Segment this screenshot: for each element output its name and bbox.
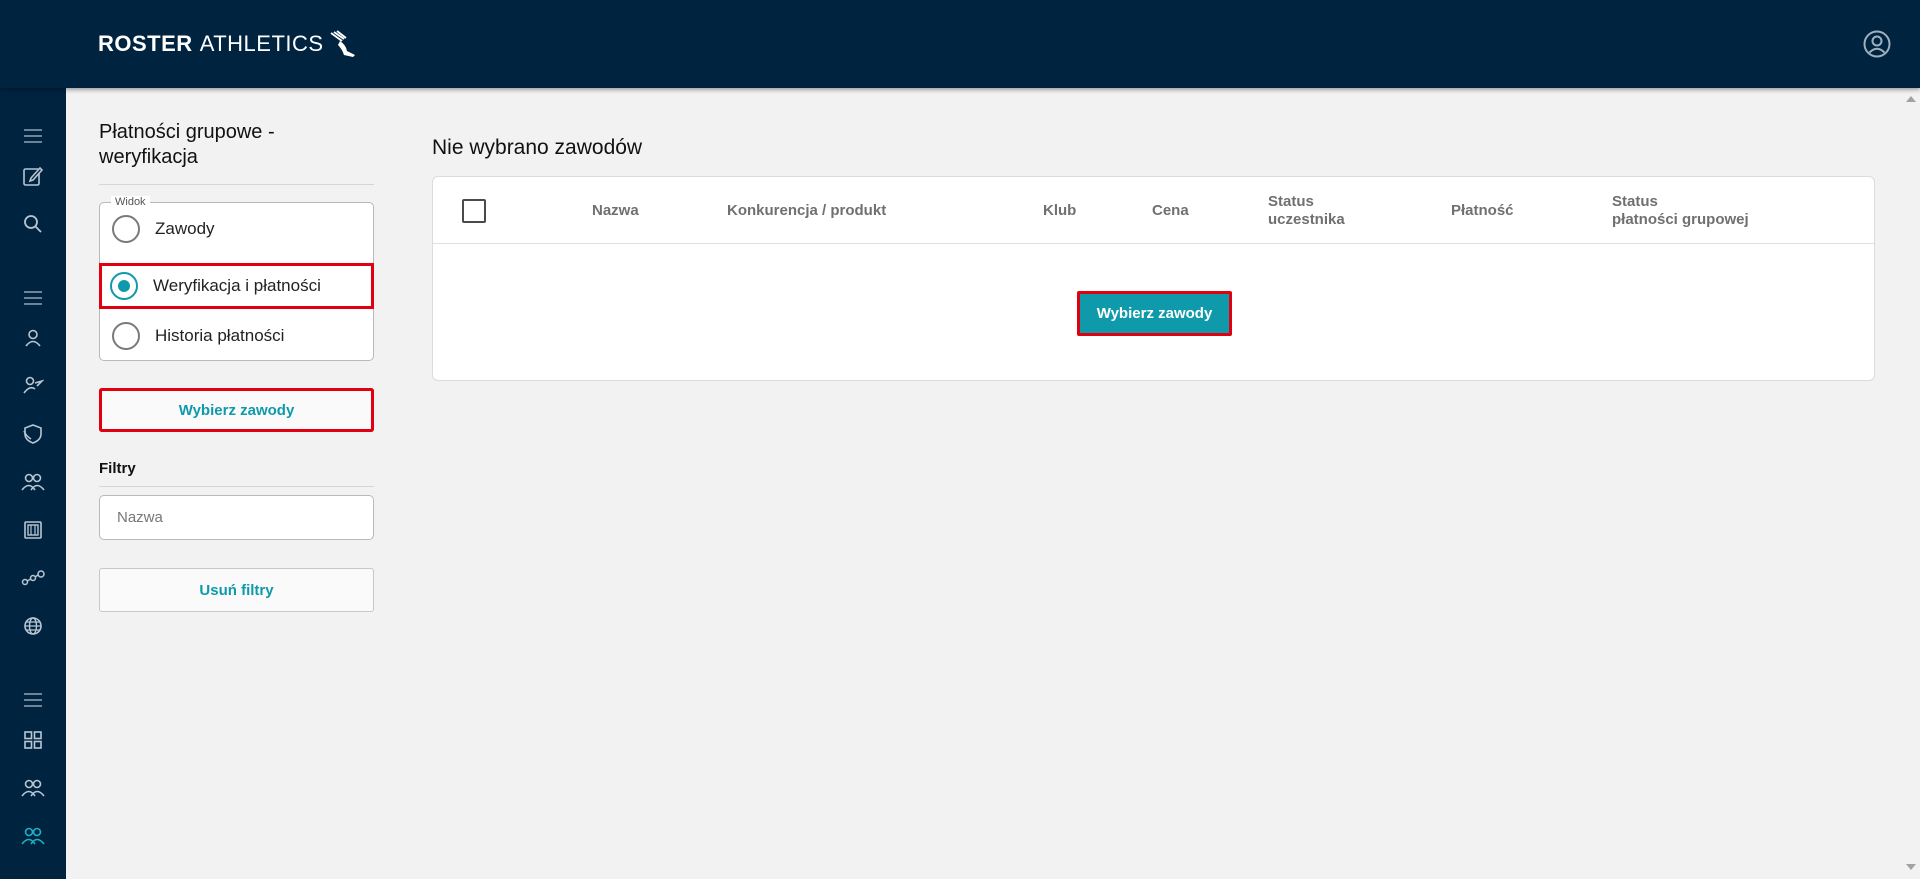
- globe-icon[interactable]: [19, 612, 47, 640]
- name-filter-input[interactable]: [99, 495, 374, 540]
- menu-icon[interactable]: [19, 284, 47, 312]
- column-header-club[interactable]: Klub: [1043, 202, 1076, 220]
- connections-icon[interactable]: [19, 564, 47, 592]
- user-icon[interactable]: [19, 324, 47, 352]
- menu-icon[interactable]: [19, 686, 47, 714]
- column-header-payment[interactable]: Płatność: [1451, 202, 1514, 220]
- edit-icon[interactable]: [19, 162, 47, 190]
- radio-option-weryfikacja[interactable]: Weryfikacja i płatności: [99, 263, 374, 309]
- view-fieldset: Widok Zawody Weryfikacja i płatności His…: [99, 196, 374, 361]
- main-title: Nie wybrano zawodów: [432, 136, 643, 159]
- logo-text-bold: ROSTER: [98, 31, 193, 56]
- filters-title: Filtry: [99, 460, 136, 477]
- column-header-price[interactable]: Cena: [1152, 202, 1189, 220]
- column-header-name[interactable]: Nazwa: [592, 202, 639, 220]
- radio-label: Historia płatności: [155, 325, 285, 345]
- scroll-up-icon[interactable]: [1906, 96, 1916, 102]
- radio-button[interactable]: [112, 321, 140, 350]
- users-active-icon[interactable]: [19, 822, 47, 850]
- app-logo[interactable]: ROSTER ATHLETICS: [98, 28, 358, 60]
- select-competition-button[interactable]: Wybierz zawody: [99, 388, 374, 432]
- column-header-event[interactable]: Konkurencja / produkt: [727, 202, 886, 220]
- coach-icon[interactable]: [19, 371, 47, 399]
- user-circle-icon[interactable]: [1862, 29, 1892, 59]
- users-icon[interactable]: [19, 774, 47, 802]
- header-line: Status: [1268, 193, 1314, 210]
- winged-shoe-icon: [330, 30, 355, 57]
- radio-label: Zawody: [155, 218, 215, 238]
- radio-button-selected[interactable]: [110, 272, 138, 300]
- header-line: płatności grupowej: [1612, 211, 1749, 228]
- select-competition-primary-button[interactable]: Wybierz zawody: [1077, 291, 1232, 336]
- title-divider: [99, 184, 374, 185]
- menu-icon[interactable]: [19, 122, 47, 150]
- radio-label: Weryfikacja i płatności: [153, 276, 321, 295]
- users-icon[interactable]: [19, 468, 47, 496]
- column-header-group-payment-status[interactable]: Status płatności grupowej: [1612, 193, 1749, 229]
- scroll-down-icon[interactable]: [1906, 864, 1916, 870]
- left-panel: Płatności grupowe - weryfikacja Widok Za…: [99, 120, 374, 612]
- select-all-checkbox[interactable]: [462, 199, 486, 223]
- top-bar: ROSTER ATHLETICS: [0, 0, 1920, 88]
- logo-text-light: ATHLETICS: [199, 31, 324, 56]
- page-title: Płatności grupowe - weryfikacja: [99, 121, 275, 168]
- page-scrollbar[interactable]: [1902, 88, 1920, 879]
- icon-sidebar: [0, 88, 66, 879]
- calendar-icon[interactable]: [19, 516, 47, 544]
- header-line: Status: [1612, 193, 1658, 210]
- table-header: Nazwa Konkurencja / produkt Klub Cena St…: [433, 177, 1874, 244]
- grid-icon[interactable]: [19, 726, 47, 754]
- header-line: uczestnika: [1268, 211, 1345, 228]
- radio-option-zawody[interactable]: Zawody: [100, 206, 373, 251]
- clear-filters-button[interactable]: Usuń filtry: [99, 568, 374, 612]
- shield-icon[interactable]: [19, 420, 47, 448]
- radio-button[interactable]: [112, 214, 140, 243]
- filters-divider: [99, 486, 374, 487]
- results-table-card: Nazwa Konkurencja / produkt Klub Cena St…: [432, 176, 1875, 381]
- column-header-participant-status[interactable]: Status uczestnika: [1268, 193, 1345, 229]
- radio-option-historia[interactable]: Historia płatności: [100, 313, 373, 358]
- search-icon[interactable]: [19, 210, 47, 238]
